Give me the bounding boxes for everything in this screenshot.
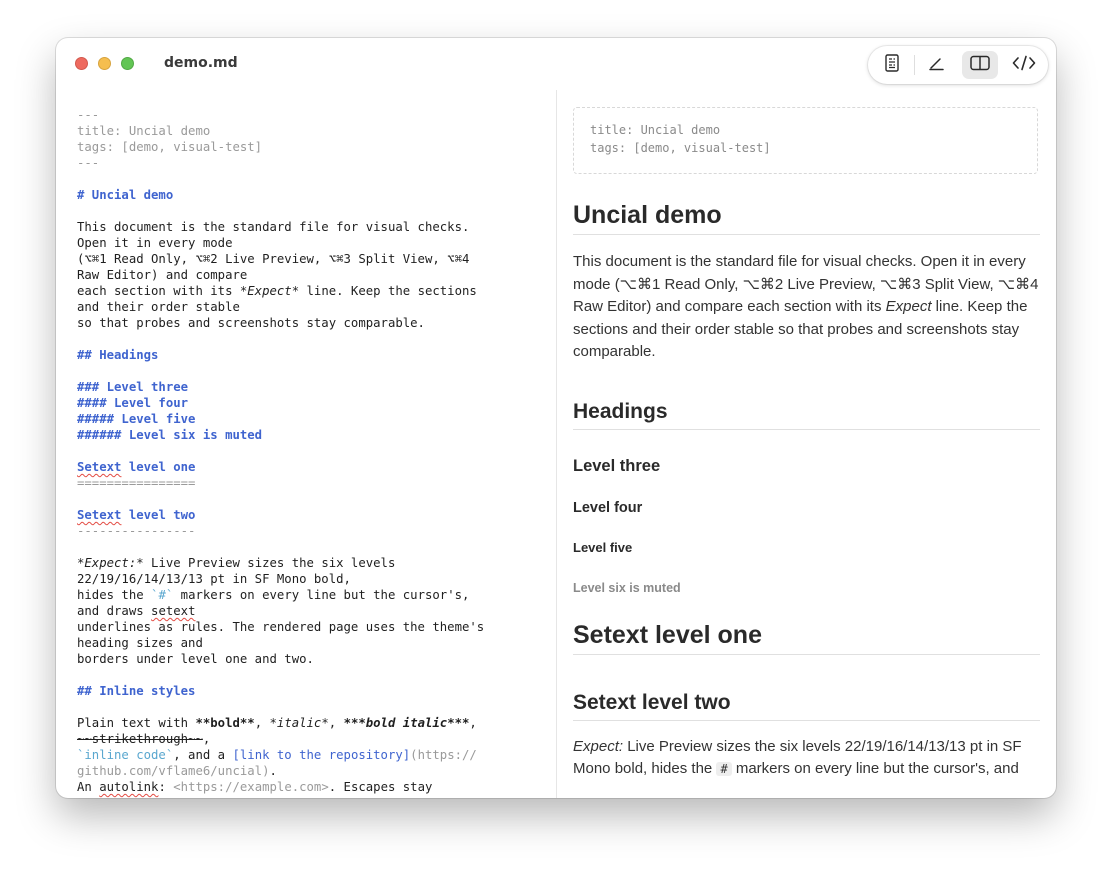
zoom-button[interactable] [121, 57, 134, 70]
editor-line: *Expect:* Live Preview sizes the six lev… [77, 556, 396, 570]
editor-h5: ##### Level five [77, 412, 196, 426]
preview-paragraph: Expect: Live Preview sizes the six level… [573, 737, 1022, 778]
editor-h2: ## Inline styles [77, 684, 196, 698]
raw-editor-button[interactable] [1006, 51, 1042, 79]
editor-setext-rule: ---------------- [77, 524, 196, 538]
preview-h4: Level four [573, 499, 643, 516]
front-matter-delimiter: --- [77, 156, 100, 170]
close-button[interactable] [75, 57, 88, 70]
editor-h6: ###### Level six is muted [77, 428, 263, 442]
editor-line: Raw Editor) and compare [77, 268, 248, 282]
front-matter-title: title: Uncial demo [77, 124, 211, 138]
markdown-editor[interactable]: --- title: Uncial demo tags: [demo, visu… [77, 107, 537, 795]
editor-h4: #### Level four [77, 396, 189, 410]
editor-line: `inline code`, and a [link to the reposi… [77, 748, 477, 762]
front-matter-delimiter: --- [77, 108, 100, 122]
raw-editor-icon [1012, 54, 1036, 77]
app-window: demo.md --- title: Uncial demo tags: [de… [56, 38, 1056, 798]
split-view-icon [970, 55, 990, 76]
editor-setext-two: Setext level two [77, 508, 196, 522]
window-title: demo.md [164, 55, 238, 71]
preview-setext-two: Setext level two [573, 686, 1040, 721]
editor-line: borders under level one and two. [77, 652, 314, 666]
editor-line: (⌥⌘1 Read Only, ⌥⌘2 Live Preview, ⌥⌘3 Sp… [77, 252, 470, 266]
preview-h6: Level six is muted [573, 580, 681, 595]
front-matter-box: title: Uncial demo tags: [demo, visual-t… [573, 107, 1038, 174]
editor-setext-one: Setext level one [77, 460, 196, 474]
editor-line: An autolink: <https://example.com>. Esca… [77, 780, 433, 794]
editor-line: and draws setext [77, 604, 196, 618]
preview-h5: Level five [573, 539, 633, 555]
editor-line: hides the `#` markers on every line but … [77, 588, 470, 602]
editor-h1: # Uncial demo [77, 188, 174, 202]
preview-setext-one: Setext level one [573, 617, 1040, 655]
editor-line: each section with its *Expect* line. Kee… [77, 284, 477, 298]
split-view-button[interactable] [962, 51, 998, 79]
editor-line: github.com/vflame6/uncial). [77, 764, 277, 778]
live-preview-button[interactable] [918, 51, 954, 79]
preview-h1: Uncial demo [573, 197, 1040, 235]
live-preview-icon [927, 54, 945, 77]
preview-paragraph: This document is the standard file for v… [573, 253, 1039, 360]
editor-line: Plain text with **bold**, *italic*, ***b… [77, 716, 477, 730]
front-matter-tags: tags: [demo, visual-test] [590, 141, 771, 155]
split-divider[interactable] [556, 90, 557, 798]
preview-h2: Headings [573, 395, 1040, 430]
editor-line: ~~strikethrough~~, [77, 732, 211, 746]
editor-h2: ## Headings [77, 348, 159, 362]
editor-h3: ### Level three [77, 380, 189, 394]
editor-line: Open it in every mode [77, 236, 233, 250]
title-bar: demo.md [56, 38, 1056, 90]
front-matter-tags: tags: [demo, visual-test] [77, 140, 263, 154]
read-only-icon [884, 53, 900, 77]
editor-line: underlines as rules. The rendered page u… [77, 620, 485, 634]
view-mode-toolbar [868, 46, 1048, 84]
editor-setext-rule: ================ [77, 476, 196, 490]
read-only-button[interactable] [874, 51, 910, 79]
toolbar-separator [914, 55, 915, 75]
rendered-preview: title: Uncial demo tags: [demo, visual-t… [573, 107, 1040, 781]
editor-line: 22/19/16/14/13/13 pt in SF Mono bold, [77, 572, 351, 586]
editor-line: and their order stable [77, 300, 240, 314]
editor-line: This document is the standard file for v… [77, 220, 470, 234]
front-matter-title: title: Uncial demo [590, 123, 721, 137]
editor-line: heading sizes and [77, 636, 203, 650]
minimize-button[interactable] [98, 57, 111, 70]
preview-h3: Level three [573, 456, 661, 475]
editor-line: so that probes and screenshots stay comp… [77, 316, 425, 330]
